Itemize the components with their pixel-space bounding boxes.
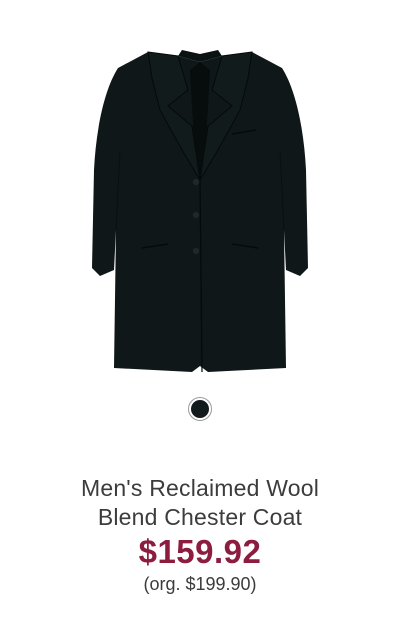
product-title-line-2: Blend Chester Coat [97, 504, 303, 530]
sale-price: $159.92 [138, 533, 262, 570]
coat-image [92, 50, 308, 373]
color-swatch-selected[interactable] [188, 397, 212, 421]
product-image[interactable] [60, 30, 340, 390]
product-card[interactable]: Men's Reclaimed Wool Blend Chester Coat … [0, 0, 400, 630]
color-swatches [0, 397, 400, 421]
product-title-line-1: Men's Reclaimed Wool [80, 475, 320, 501]
swatch-color-dot [191, 400, 209, 418]
product-title[interactable]: Men's Reclaimed Wool Blend Chester Coat [0, 474, 400, 532]
original-price: (org. $199.90) [143, 574, 257, 594]
